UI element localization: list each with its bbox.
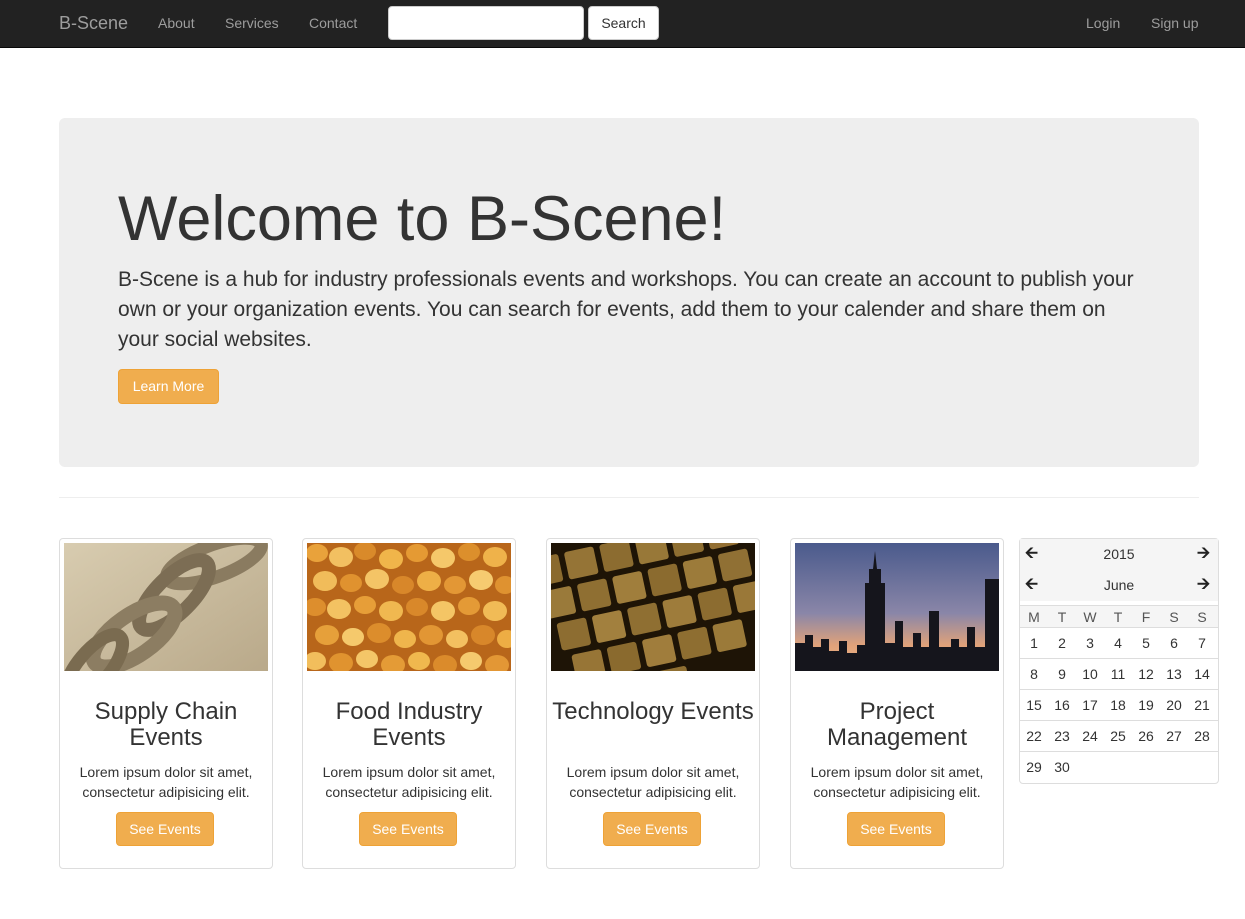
calendar-week-row: 22 23 24 25 26 27 28: [1020, 720, 1218, 751]
calendar-day[interactable]: 4: [1104, 635, 1132, 651]
calendar-day[interactable]: 3: [1076, 635, 1104, 651]
calendar-day[interactable]: 14: [1188, 666, 1216, 682]
calendar-day[interactable]: 10: [1076, 666, 1104, 682]
city-skyline-image: [795, 543, 999, 671]
calendar-day[interactable]: 21: [1188, 697, 1216, 713]
calendar-day[interactable]: 9: [1048, 666, 1076, 682]
calendar-day[interactable]: 13: [1160, 666, 1188, 682]
card-text: Lorem ipsum dolor sit amet, consectetur …: [322, 764, 496, 800]
calendar-week-row: 1234567: [1020, 627, 1218, 658]
chain-image: [64, 543, 268, 671]
calendar-day[interactable]: 1: [1020, 635, 1048, 651]
calendar-day[interactable]: 17: [1076, 697, 1104, 713]
card-text: Lorem ipsum dolor sit amet, consectetur …: [79, 764, 253, 800]
see-events-button[interactable]: See Events: [847, 812, 945, 846]
calendar-month[interactable]: June: [1020, 577, 1218, 593]
card-title: Project Management: [826, 698, 968, 751]
calendar-day[interactable]: 18: [1104, 697, 1132, 713]
calendar-day[interactable]: 8: [1020, 666, 1048, 682]
calendar-day[interactable]: 16: [1048, 697, 1076, 713]
calendar-day[interactable]: 20: [1160, 697, 1188, 713]
weekday-label: S: [1169, 609, 1179, 625]
see-events-button[interactable]: See Events: [603, 812, 701, 846]
jumbotron-text: B-Scene is a hub for industry profession…: [118, 268, 1134, 351]
calendar-day[interactable]: 7: [1188, 635, 1216, 651]
weekday-label: T: [1057, 609, 1067, 625]
card-title: Food Industry Events: [335, 698, 483, 751]
weekday-label: T: [1113, 609, 1123, 625]
calendar-day[interactable]: 12: [1132, 666, 1160, 682]
weekday-label: W: [1083, 609, 1097, 625]
brand-link[interactable]: B-Scene: [59, 13, 128, 33]
weekday-label: S: [1197, 609, 1207, 625]
arrow-right-icon[interactable]: 🡪: [1197, 545, 1210, 563]
card-project-management: Project Management Lorem ipsum dolor sit…: [790, 538, 1004, 869]
calendar-day[interactable]: 30: [1048, 759, 1076, 775]
weekday-label: M: [1028, 609, 1040, 625]
card-technology: Technology Events Lorem ipsum dolor sit …: [546, 538, 760, 869]
card-title: Supply Chain Events: [94, 698, 238, 751]
calendar-day[interactable]: 29: [1020, 759, 1048, 775]
calendar-day[interactable]: 25: [1104, 728, 1132, 744]
weekday-label: F: [1141, 609, 1151, 625]
calendar-day[interactable]: 19: [1132, 697, 1160, 713]
card-text: Lorem ipsum dolor sit amet, consectetur …: [566, 764, 740, 800]
navbar: B-Scene About Services Contact Search Lo…: [0, 0, 1245, 48]
card-title: Technology Events: [552, 698, 754, 725]
calendar-weekdays: M T W T F S S: [1020, 605, 1218, 627]
calendar-day[interactable]: 2: [1048, 635, 1076, 651]
calendar-week-row: 29 30: [1020, 751, 1218, 782]
corn-kernels-image: [307, 543, 511, 671]
nav-login[interactable]: Login: [1086, 15, 1120, 31]
nav-about[interactable]: About: [158, 15, 195, 31]
jumbotron-title: Welcome to B-Scene!: [118, 184, 727, 254]
nav-signup[interactable]: Sign up: [1151, 15, 1198, 31]
learn-more-button[interactable]: Learn More: [118, 369, 219, 404]
see-events-button[interactable]: See Events: [116, 812, 214, 846]
calendar-year[interactable]: 2015: [1020, 546, 1218, 562]
calendar-month-header: 🡨 June 🡪: [1020, 570, 1218, 601]
calendar-day[interactable]: 28: [1188, 728, 1216, 744]
calendar-day[interactable]: 5: [1132, 635, 1160, 651]
calendar-week-row: 15 16 17 18 19 20 21: [1020, 689, 1218, 720]
keyboard-image: [551, 543, 755, 671]
calendar-day[interactable]: 23: [1048, 728, 1076, 744]
calendar-day[interactable]: 24: [1076, 728, 1104, 744]
see-events-button[interactable]: See Events: [359, 812, 457, 846]
divider: [59, 497, 1199, 498]
calendar-day[interactable]: 11: [1104, 666, 1132, 682]
search-button[interactable]: Search: [588, 6, 659, 40]
card-supply-chain: Supply Chain Events Lorem ipsum dolor si…: [59, 538, 273, 869]
calendar-day[interactable]: 26: [1132, 728, 1160, 744]
calendar-day[interactable]: 22: [1020, 728, 1048, 744]
nav-services[interactable]: Services: [225, 15, 279, 31]
calendar-year-header: 🡨 2015 🡪: [1020, 539, 1218, 570]
calendar-day[interactable]: 27: [1160, 728, 1188, 744]
nav-contact[interactable]: Contact: [309, 15, 357, 31]
calendar-widget: 🡨 2015 🡪 🡨 June 🡪 M T W T F S S 12345678…: [1019, 538, 1219, 784]
calendar-day[interactable]: 15: [1020, 697, 1048, 713]
arrow-right-icon[interactable]: 🡪: [1197, 576, 1210, 594]
card-text: Lorem ipsum dolor sit amet, consectetur …: [810, 764, 984, 800]
calendar-week-row: 8 9 10 11 12 13 14: [1020, 658, 1218, 689]
jumbotron: Welcome to B-Scene! B-Scene is a hub for…: [59, 118, 1199, 467]
search-input[interactable]: [388, 6, 584, 40]
card-food-industry: Food Industry Events Lorem ipsum dolor s…: [302, 538, 516, 869]
calendar-day[interactable]: 6: [1160, 635, 1188, 651]
